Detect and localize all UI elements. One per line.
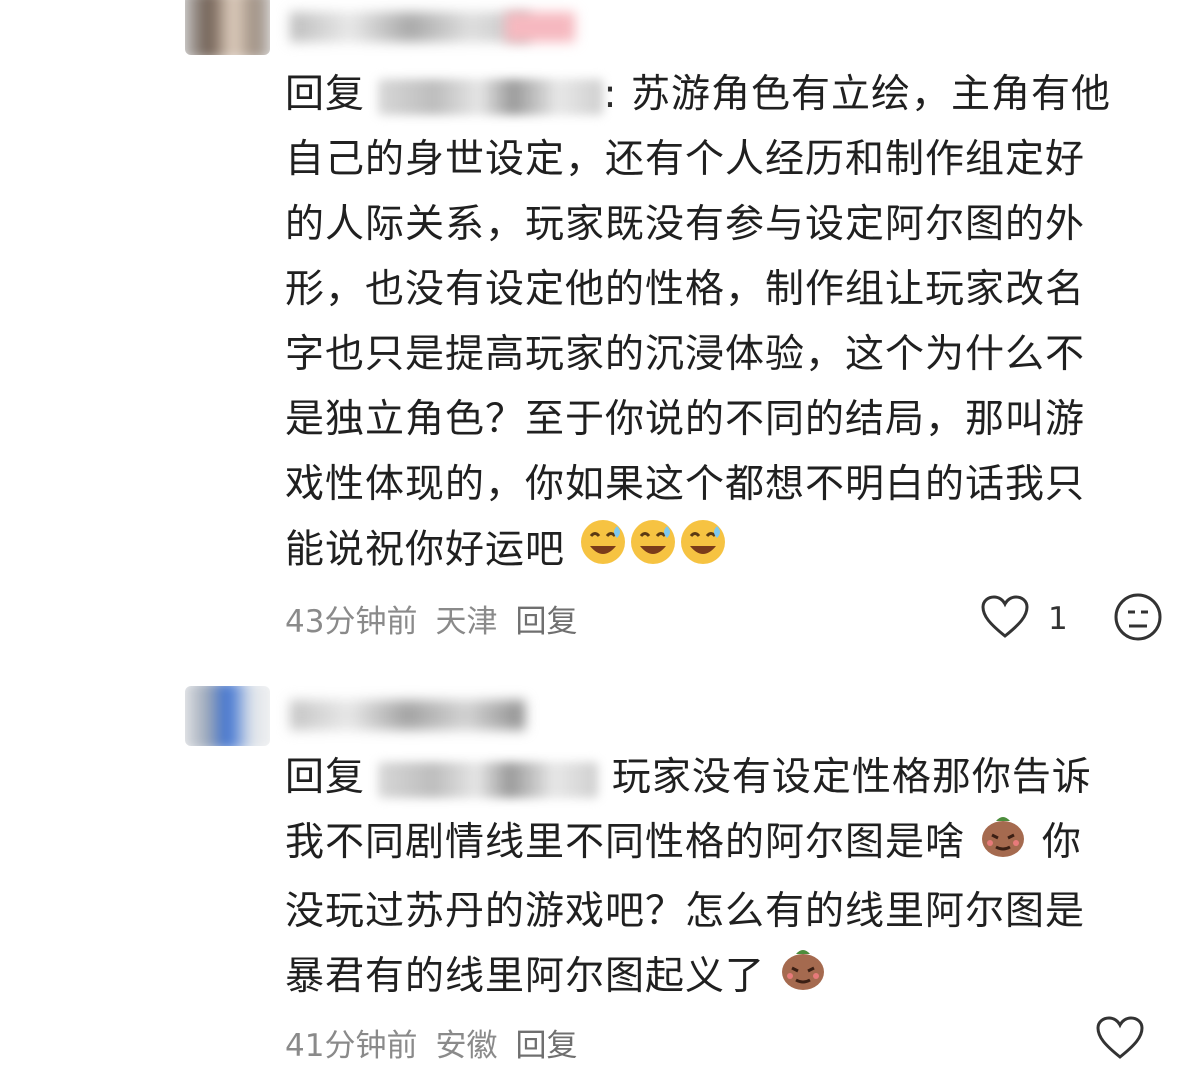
dislike-face-icon[interactable]	[1113, 592, 1163, 646]
sweat-smile-emoji	[578, 517, 728, 587]
confused-potato-emoji	[978, 811, 1028, 879]
comment-actions	[1095, 1015, 1145, 1065]
confused-potato-emoji	[778, 944, 828, 1012]
reply-prefix: 回复	[285, 755, 366, 800]
reply-target-redacted[interactable]	[378, 78, 604, 115]
comment-text: 回复 玩家没有设定性格那你告诉我不同剧情线里不同性格的阿尔图是啥 你没玩过苏丹的…	[285, 745, 1115, 1012]
heart-icon[interactable]	[1095, 1015, 1145, 1065]
comment-location: 安徽	[435, 1028, 498, 1064]
comment-location: 天津	[435, 604, 498, 640]
avatar[interactable]	[185, 686, 270, 746]
reply-prefix: 回复	[285, 72, 366, 117]
comment-meta: 41分钟前 安徽 回复	[285, 1020, 577, 1065]
reply-colon: :	[603, 72, 618, 117]
reply-button[interactable]: 回复	[515, 1020, 577, 1065]
username-redacted[interactable]	[290, 700, 530, 730]
reply-target-redacted[interactable]	[378, 761, 599, 798]
comment-time: 41分钟前	[285, 1028, 418, 1064]
comment-meta: 43分钟前 天津 回复	[285, 596, 577, 641]
comment-time: 43分钟前	[285, 604, 418, 640]
username-redacted[interactable]	[290, 12, 590, 42]
heart-icon[interactable]	[980, 594, 1030, 644]
comment-body: 苏游角色有立绘，主角有他自己的身世设定，还有个人经历和制作组定好的人际关系，玩家…	[285, 72, 1111, 573]
avatar[interactable]	[185, 0, 270, 55]
comment-text: 回复 : 苏游角色有立绘，主角有他自己的身世设定，还有个人经历和制作组定好的人际…	[285, 62, 1115, 587]
reply-button[interactable]: 回复	[515, 596, 577, 641]
comment-actions: 1	[980, 592, 1163, 646]
like-count: 1	[1048, 601, 1068, 637]
